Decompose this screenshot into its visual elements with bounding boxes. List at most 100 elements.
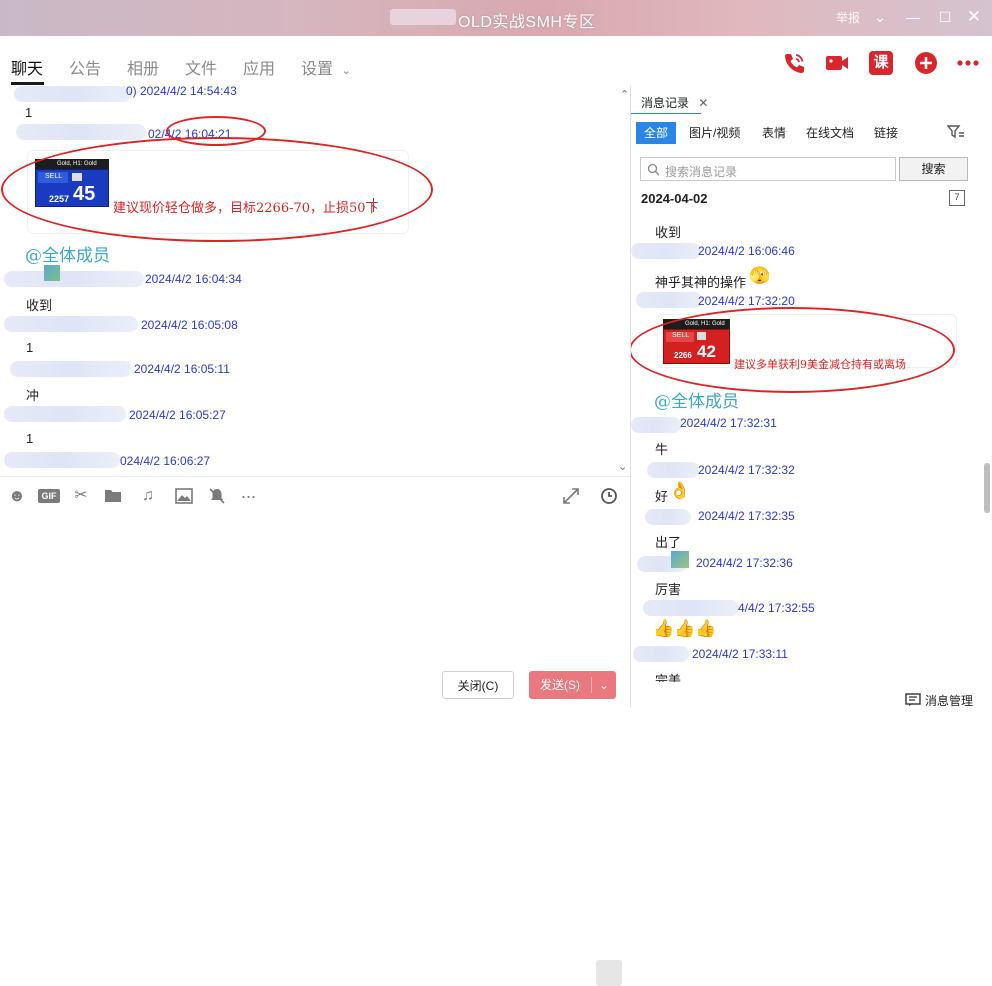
history-text: 好 [655, 489, 669, 504]
active-tab-indicator [11, 82, 44, 85]
send-button-label: 发送(S) [540, 678, 580, 692]
window-title: OLD实战SMH专区 [458, 14, 596, 31]
chevron-down-icon[interactable]: ⌄ [870, 7, 890, 27]
filter-stickers[interactable]: 表情 [762, 122, 786, 144]
chat-message-list[interactable]: ⌃ 0) 2024/4/2 14:54:43 1 02/4/2 16:04:21… [0, 86, 630, 476]
history-tab-label: 消息记录 [641, 96, 690, 110]
message-management-link[interactable]: 消息管理 [925, 692, 973, 708]
mute-bell-icon[interactable] [208, 487, 226, 505]
maximize-icon[interactable]: ☐ [935, 7, 955, 27]
message-manage-icon [905, 693, 921, 706]
sender-name-blur [14, 86, 132, 102]
message-time: 2024/4/2 16:05:27 [129, 408, 226, 422]
ok-hand-emoji-icon: 👌 [669, 481, 691, 500]
history-button-bg[interactable] [596, 960, 622, 986]
history-text: 出了 [655, 535, 682, 550]
report-link[interactable]: 举报 [836, 9, 860, 26]
phone-icon[interactable] [781, 50, 807, 76]
close-icon[interactable]: ✕ [964, 7, 984, 27]
message-time: 2024/4/2 16:05:08 [141, 318, 238, 332]
scissors-icon[interactable]: ✂ [72, 487, 90, 505]
search-placeholder: 搜索消息记录 [665, 165, 738, 179]
message-text: 冲 [26, 388, 40, 403]
music-icon[interactable]: ♫ [139, 487, 157, 505]
history-time: 2024/4/2 16:06:46 [698, 244, 795, 258]
gif-icon[interactable]: GIF [38, 489, 60, 503]
message-text: 1 [26, 340, 34, 355]
tab-album[interactable]: 相册 [127, 55, 159, 79]
message-time: 024/4/2 16:06:27 [120, 454, 211, 468]
tab-chat[interactable]: 聊天 [11, 55, 43, 79]
message-text-value: 收到 [26, 298, 53, 313]
sender-name-blur [4, 271, 144, 287]
message-text: 收到 [26, 295, 52, 314]
history-tab-underline [631, 113, 701, 114]
expand-icon[interactable] [562, 487, 580, 505]
add-icon[interactable] [913, 50, 939, 76]
chevron-down-icon: ⌄ [341, 65, 351, 77]
filter-images-videos[interactable]: 图片/视频 [689, 122, 740, 144]
sender-name-blur [10, 361, 132, 377]
tab-settings-label: 设置 [301, 61, 334, 78]
sender-name-blur [633, 646, 689, 662]
filter-icon[interactable] [947, 124, 965, 140]
chevron-up-icon[interactable]: ⌃ [620, 88, 629, 101]
avatar[interactable] [44, 265, 60, 281]
more-icon[interactable] [955, 50, 981, 76]
history-time: 2024/4/2 17:32:35 [698, 509, 795, 523]
sender-name-blur [643, 600, 739, 616]
message-history-panel: 消息记录 ✕ 全部 图片/视频 表情 在线文档 链接 搜索消息记录 搜索 202… [630, 86, 992, 708]
tab-settings[interactable]: 设置 ⌄ [301, 55, 351, 79]
emoji-icon[interactable]: ☻ [8, 487, 26, 505]
close-button[interactable]: 关闭(C) [442, 671, 514, 699]
image-icon[interactable] [175, 487, 193, 505]
close-tab-icon[interactable]: ✕ [698, 96, 708, 110]
sender-name-blur [4, 406, 126, 422]
history-time: 2024/4/2 17:32:36 [696, 556, 793, 570]
calendar-icon[interactable]: 7 [949, 190, 965, 206]
filter-all[interactable]: 全部 [636, 122, 677, 144]
avatar[interactable] [671, 551, 689, 568]
sender-name-blur [4, 316, 138, 332]
video-icon[interactable] [824, 50, 850, 76]
sender-name-blur [4, 452, 120, 468]
history-clock-icon[interactable] [600, 487, 618, 505]
send-button[interactable]: 发送(S) ⌄ [529, 671, 616, 699]
more-dots-icon[interactable]: ··· [239, 487, 257, 505]
chevron-down-icon[interactable]: ⌄ [618, 460, 627, 473]
history-time: 2024/4/2 17:32:31 [680, 416, 777, 430]
sender-name-blur [16, 124, 146, 140]
emoji-face-icon: 🫣 [749, 266, 771, 285]
thumbs-up-emoji-icon: 👍👍👍 [653, 619, 717, 638]
message-text: 1 [26, 431, 34, 446]
filter-online-docs[interactable]: 在线文档 [806, 122, 854, 144]
history-text: 神乎其神的操作 [655, 275, 747, 290]
folder-icon[interactable] [104, 487, 122, 505]
at-all-mention[interactable]: @全体成员 [654, 387, 739, 412]
history-scrollbar[interactable] [984, 463, 990, 513]
message-time: 0) 2024/4/2 14:54:43 [126, 86, 237, 98]
history-text: 收到 [655, 225, 682, 240]
sender-name-blur [647, 462, 699, 478]
tab-files[interactable]: 文件 [185, 55, 217, 79]
at-all-mention[interactable]: @全体成员 [25, 241, 110, 266]
history-time: 4/4/2 17:32:55 [738, 601, 815, 615]
tab-bar: 聊天 公告 相册 文件 应用 设置 ⌄ 课 [0, 36, 992, 86]
course-icon[interactable]: 课 [869, 51, 893, 75]
history-time: 2024/4/2 17:33:11 [692, 647, 788, 661]
history-search-input[interactable]: 搜索消息记录 [640, 157, 896, 181]
tab-apps[interactable]: 应用 [243, 55, 275, 79]
search-button[interactable]: 搜索 [899, 157, 968, 181]
history-time: 2024/4/2 17:32:20 [698, 294, 795, 308]
history-text: 厉害 [655, 582, 682, 597]
tab-announcement[interactable]: 公告 [69, 55, 101, 79]
minimize-icon[interactable]: — [903, 7, 923, 27]
sender-name-blur [631, 243, 701, 259]
history-tab[interactable]: 消息记录 ✕ [641, 94, 708, 111]
message-time: 2024/4/2 16:04:34 [145, 272, 242, 286]
chevron-down-icon[interactable]: ⌄ [593, 671, 615, 699]
history-text: 牛 [655, 442, 669, 457]
title-bar: OLD实战SMH专区 举报 ⌄ — ☐ ✕ [0, 0, 992, 36]
sender-name-blur [645, 509, 691, 525]
filter-links[interactable]: 链接 [874, 122, 898, 144]
